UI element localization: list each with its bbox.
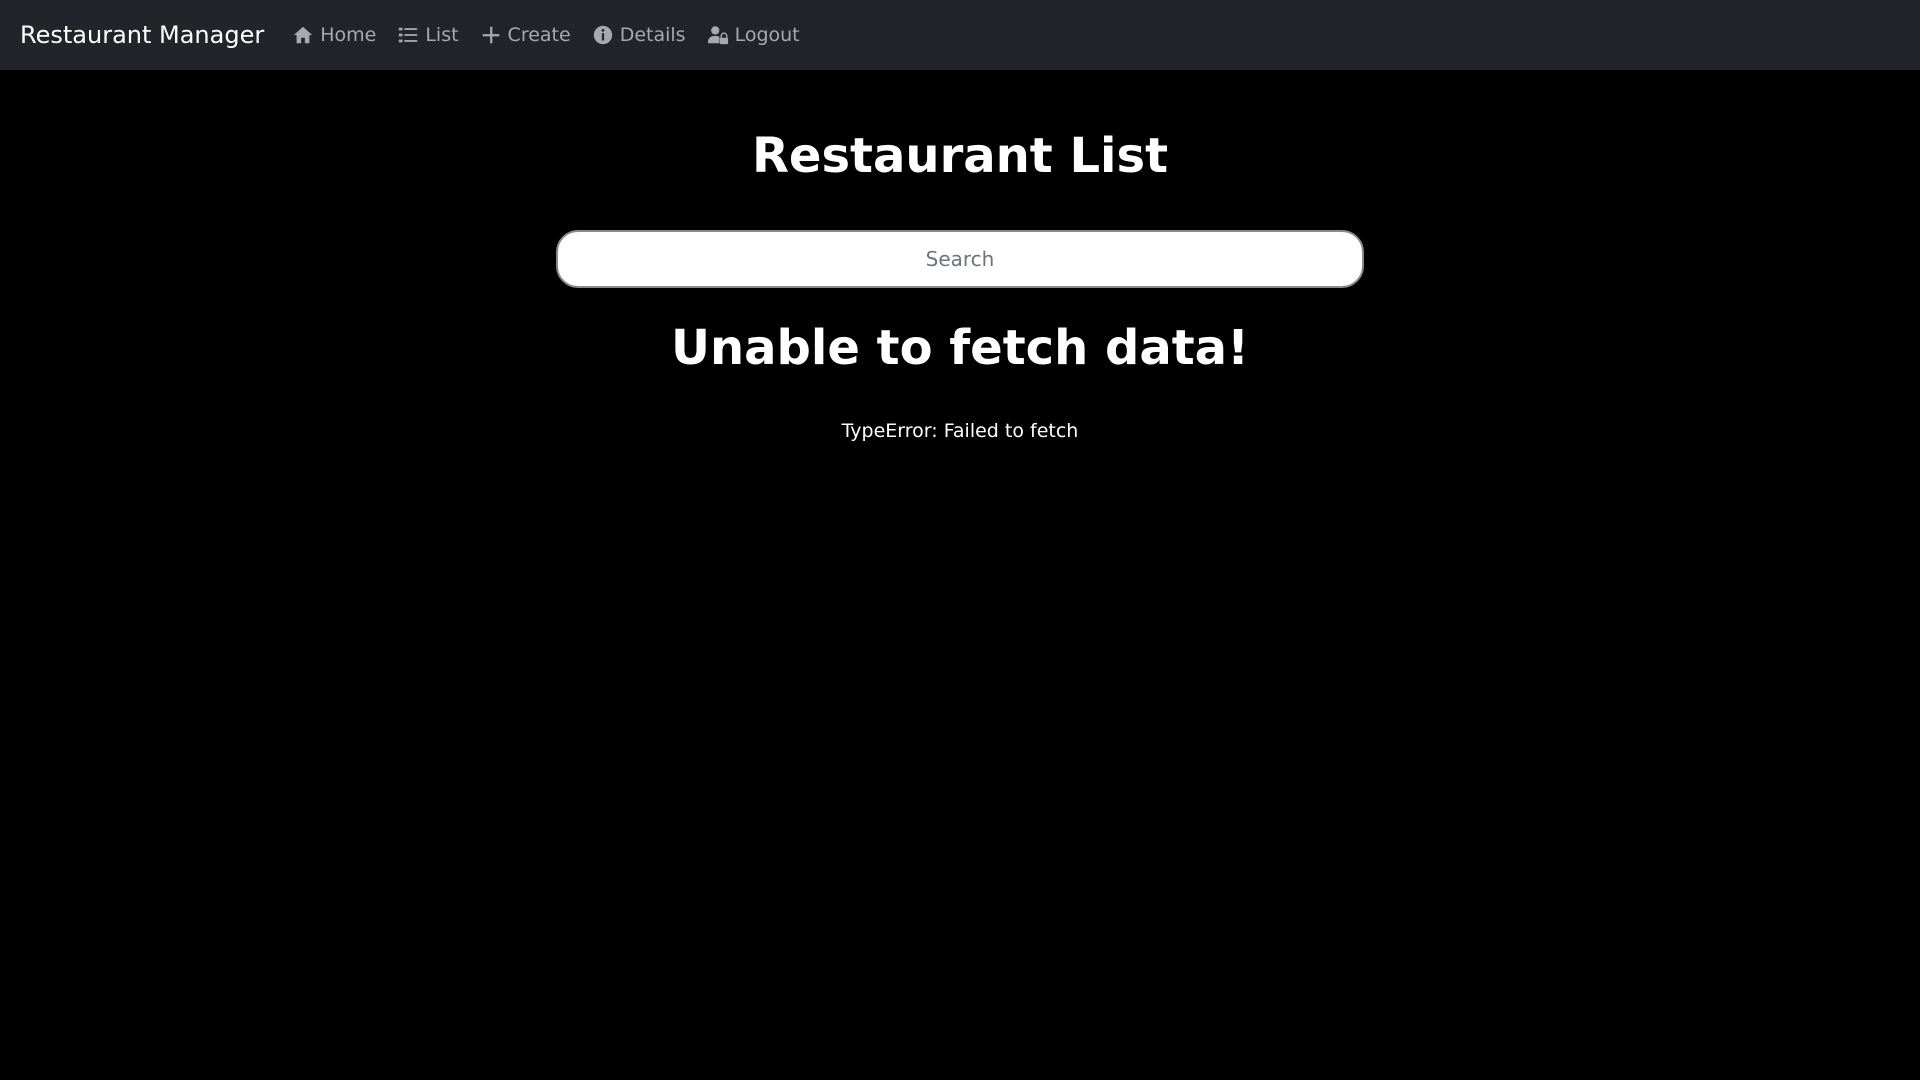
nav-item-home[interactable]: Home — [292, 24, 376, 46]
search-input[interactable] — [556, 230, 1364, 288]
nav-item-create[interactable]: Create — [480, 24, 571, 46]
nav-item-list[interactable]: List — [397, 24, 459, 46]
error-message: TypeError: Failed to fetch — [841, 420, 1079, 442]
page-title: Restaurant List — [751, 128, 1169, 184]
user-lock-icon — [707, 26, 728, 45]
error-heading: Unable to fetch data! — [671, 320, 1249, 376]
info-icon — [593, 25, 612, 45]
top-navbar: Restaurant Manager Home List Create Deta… — [0, 0, 1920, 70]
home-icon — [294, 26, 313, 44]
nav-item-logout-label: Logout — [734, 24, 800, 46]
nav-item-home-label: Home — [320, 24, 377, 46]
plus-icon — [482, 26, 499, 44]
search-container — [556, 230, 1364, 288]
main-content: Restaurant List Unable to fetch data! Ty… — [0, 70, 1920, 1080]
nav-item-details[interactable]: Details — [592, 24, 686, 46]
nav-item-list-label: List — [425, 24, 459, 46]
nav-item-details-label: Details — [619, 24, 686, 46]
nav-items: Home List Create Details Logout — [292, 24, 820, 46]
navbar-brand[interactable]: Restaurant Manager — [20, 21, 264, 49]
nav-item-logout[interactable]: Logout — [707, 24, 800, 46]
list-icon — [399, 27, 418, 43]
nav-item-create-label: Create — [507, 24, 571, 46]
